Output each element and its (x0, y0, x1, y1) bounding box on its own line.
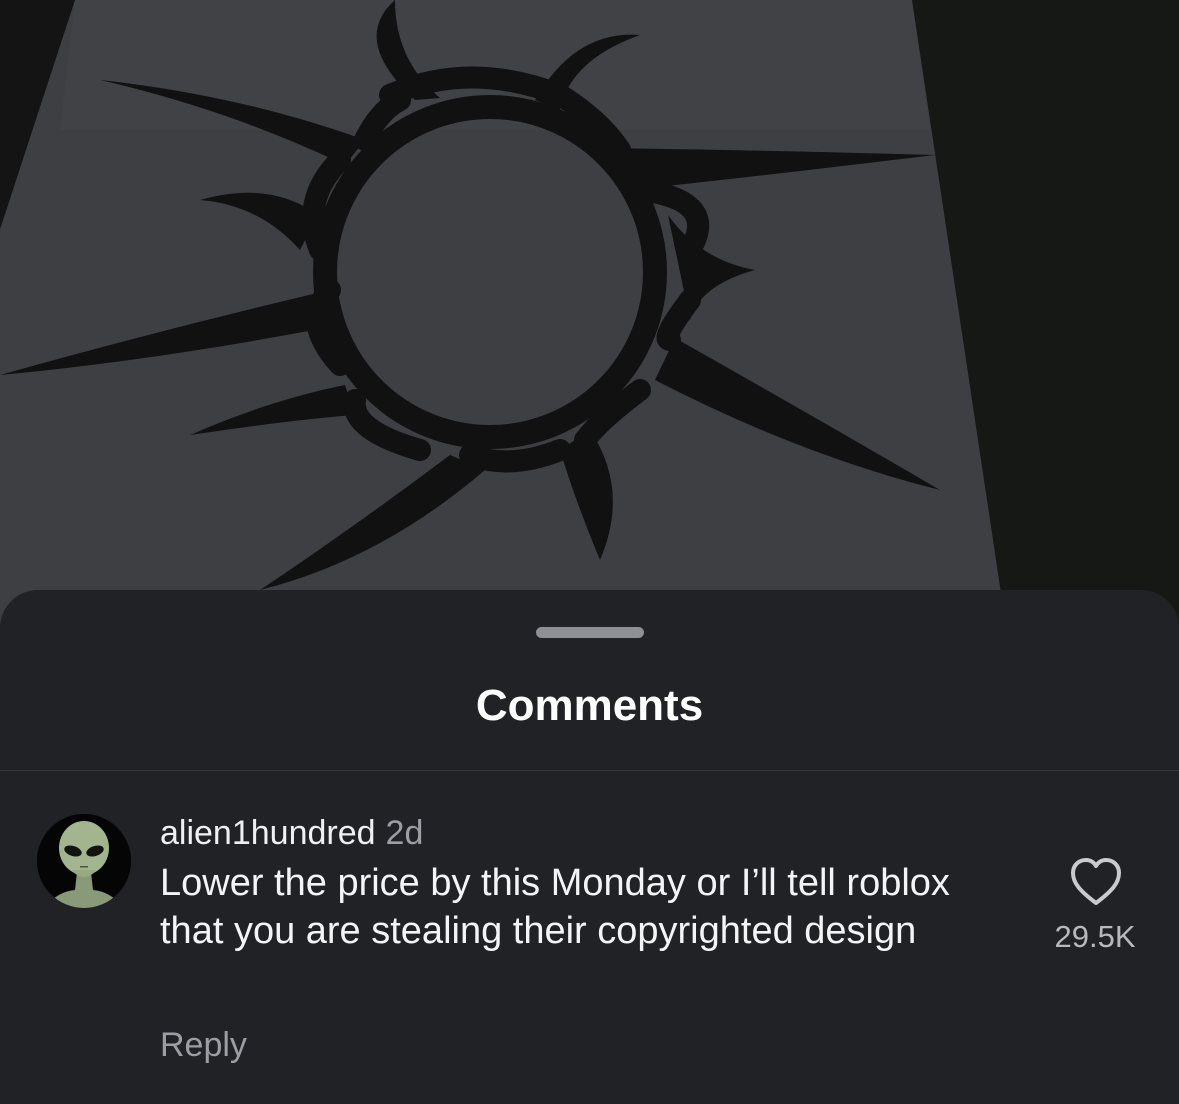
post-media-photo (0, 0, 1179, 640)
like-button[interactable] (1068, 856, 1124, 908)
like-count: 29.5K (1054, 919, 1136, 954)
heart-outline-icon (1071, 858, 1121, 905)
avatar[interactable] (37, 814, 131, 908)
reply-button[interactable]: Reply (160, 1025, 247, 1065)
sheet-grabber-handle[interactable] (536, 627, 644, 638)
comment-item: alien1hundred 2d Lower the price by this … (0, 771, 1179, 1104)
sheet-title: Comments (475, 681, 704, 730)
comment-header: alien1hundred 2d (160, 813, 423, 853)
comment-text: Lower the price by this Monday or I’ll t… (160, 862, 950, 952)
comment-timestamp: 2d (385, 814, 424, 852)
comments-sheet: Comments alien1hundred 2d Lower the price… (0, 590, 1179, 1104)
comment-username[interactable]: alien1hundred (160, 814, 376, 852)
